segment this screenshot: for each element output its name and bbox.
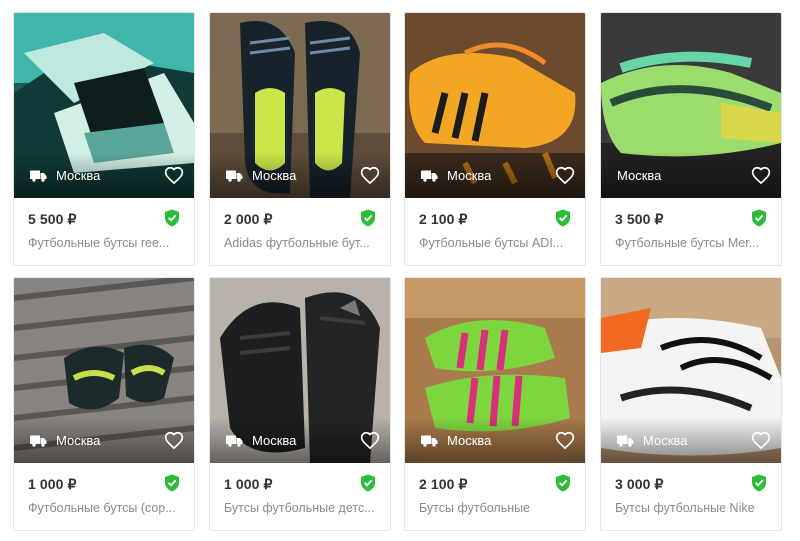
- city-name: Москва: [643, 433, 688, 448]
- city-name: Москва: [56, 433, 101, 448]
- location-label: Москва: [617, 168, 661, 184]
- listing-card[interactable]: Москва 1 000 ₽ Футбольные бутсы (сор...: [13, 277, 195, 531]
- heart-outline-icon[interactable]: [751, 166, 771, 186]
- listing-title[interactable]: Футбольные бутсы ree...: [28, 236, 184, 250]
- listing-price: 5 500 ₽: [28, 211, 77, 227]
- heart-outline-icon[interactable]: [555, 166, 575, 186]
- shield-check-icon: [360, 474, 376, 492]
- listing-price: 2 000 ₽: [224, 211, 273, 227]
- heart-outline-icon[interactable]: [360, 431, 380, 451]
- truck-icon: [226, 435, 243, 447]
- truck-icon: [617, 435, 634, 447]
- city-name: Москва: [617, 168, 662, 183]
- city-name: Москва: [447, 168, 492, 183]
- listing-photo[interactable]: Москва: [14, 13, 194, 198]
- listing-price: 3 000 ₽: [615, 476, 664, 492]
- shield-check-icon: [751, 474, 767, 492]
- price-row: 1 000 ₽: [28, 476, 180, 494]
- heart-outline-icon[interactable]: [751, 431, 771, 451]
- listing-title[interactable]: Футбольные бутсы ADI...: [419, 236, 575, 250]
- truck-icon: [421, 435, 438, 447]
- city-name: Москва: [56, 168, 101, 183]
- listing-title[interactable]: Бутсы футбольные Nike: [615, 501, 771, 515]
- listing-price: 2 100 ₽: [419, 476, 468, 492]
- price-row: 3 500 ₽: [615, 211, 767, 229]
- listing-title[interactable]: Бутсы футбольные детс...: [224, 501, 380, 515]
- listing-title[interactable]: Бутсы футбольные: [419, 501, 575, 515]
- location-label: Москва: [30, 168, 100, 184]
- listing-card[interactable]: Москва 3 500 ₽ Футбольные бутсы Mer...: [600, 12, 782, 266]
- listing-photo[interactable]: Москва: [405, 278, 585, 463]
- listing-photo[interactable]: Москва: [210, 278, 390, 463]
- price-row: 2 100 ₽: [419, 211, 571, 229]
- listing-title[interactable]: Футбольные бутсы Mer...: [615, 236, 771, 250]
- city-name: Москва: [252, 433, 297, 448]
- listing-card[interactable]: Москва 2 100 ₽ Футбольные бутсы ADI...: [404, 12, 586, 266]
- location-label: Москва: [421, 168, 491, 184]
- price-row: 2 000 ₽: [224, 211, 376, 229]
- location-label: Москва: [421, 433, 491, 449]
- heart-outline-icon[interactable]: [164, 431, 184, 451]
- listing-card[interactable]: Москва 5 500 ₽ Футбольные бутсы ree...: [13, 12, 195, 266]
- city-name: Москва: [252, 168, 297, 183]
- price-row: 2 100 ₽: [419, 476, 571, 494]
- location-label: Москва: [226, 433, 296, 449]
- listing-price: 1 000 ₽: [224, 476, 273, 492]
- listing-price: 1 000 ₽: [28, 476, 77, 492]
- shield-check-icon: [164, 474, 180, 492]
- listing-title[interactable]: Adidas футбольные бут...: [224, 236, 380, 250]
- listing-photo[interactable]: Москва: [405, 13, 585, 198]
- listing-photo[interactable]: Москва: [14, 278, 194, 463]
- truck-icon: [226, 170, 243, 182]
- heart-outline-icon[interactable]: [555, 431, 575, 451]
- location-label: Москва: [617, 433, 687, 449]
- price-row: 5 500 ₽: [28, 211, 180, 229]
- listing-price: 3 500 ₽: [615, 211, 664, 227]
- shield-check-icon: [360, 209, 376, 227]
- city-name: Москва: [447, 433, 492, 448]
- listing-card[interactable]: Москва 1 000 ₽ Бутсы футбольные детс...: [209, 277, 391, 531]
- shield-check-icon: [751, 209, 767, 227]
- listing-price: 2 100 ₽: [419, 211, 468, 227]
- heart-outline-icon[interactable]: [360, 166, 380, 186]
- listing-photo[interactable]: Москва: [601, 278, 781, 463]
- truck-icon: [30, 170, 47, 182]
- heart-outline-icon[interactable]: [164, 166, 184, 186]
- price-row: 3 000 ₽: [615, 476, 767, 494]
- listing-photo[interactable]: Москва: [601, 13, 781, 198]
- truck-icon: [421, 170, 438, 182]
- listing-photo[interactable]: Москва: [210, 13, 390, 198]
- location-label: Москва: [30, 433, 100, 449]
- shield-check-icon: [164, 209, 180, 227]
- shield-check-icon: [555, 474, 571, 492]
- truck-icon: [30, 435, 47, 447]
- listings-grid: Москва 5 500 ₽ Футбольные бутсы ree... М…: [0, 0, 800, 541]
- price-row: 1 000 ₽: [224, 476, 376, 494]
- shield-check-icon: [555, 209, 571, 227]
- listing-title[interactable]: Футбольные бутсы (сор...: [28, 501, 184, 515]
- listing-card[interactable]: Москва 3 000 ₽ Бутсы футбольные Nike: [600, 277, 782, 531]
- listing-card[interactable]: Москва 2 000 ₽ Adidas футбольные бут...: [209, 12, 391, 266]
- location-label: Москва: [226, 168, 296, 184]
- listing-card[interactable]: Москва 2 100 ₽ Бутсы футбольные: [404, 277, 586, 531]
